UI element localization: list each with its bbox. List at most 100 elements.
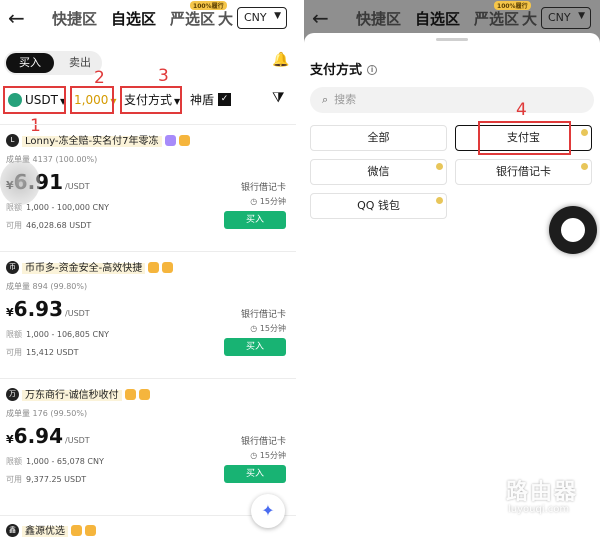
currency-select[interactable]: CNY ▼ — [237, 7, 287, 29]
tab-strict[interactable]: 严选区 — [474, 10, 519, 28]
tab-selected-zone[interactable]: 自选区 — [415, 8, 460, 29]
merchant-name-row[interactable]: 鑫鑫源优选 — [6, 523, 96, 540]
router-logo-icon — [458, 476, 496, 514]
merchant-name-row[interactable]: 币币币多-资金安全-高效快捷 — [6, 260, 174, 277]
filter-funnel-icon[interactable]: ⧩ — [272, 90, 285, 106]
tab-strict-wrap: 100%履行 严选区 — [170, 1, 227, 29]
callout-number-3: 3 — [158, 66, 169, 86]
divider — [0, 378, 296, 379]
callout-number-1: 1 — [30, 116, 41, 136]
search-input[interactable]: ⌕ 搜索 — [310, 87, 594, 113]
watermark-logo: 路由器 luyouqi.com — [458, 474, 598, 524]
floating-assistive-touch-icon[interactable] — [549, 206, 597, 254]
tab-quick[interactable]: 快捷区 — [356, 8, 401, 29]
callout-box-3 — [120, 86, 182, 114]
merchant-name: 鑫源优选 — [22, 526, 68, 537]
shield-badge-icon — [138, 388, 150, 400]
tab-selected-zone[interactable]: 自选区 — [111, 8, 156, 29]
divider — [0, 124, 296, 125]
tab-strict[interactable]: 严选区 — [170, 10, 215, 28]
shield-badge-icon — [162, 261, 174, 273]
buy-button[interactable]: 买入 — [224, 465, 286, 483]
tab-quick[interactable]: 快捷区 — [52, 8, 97, 29]
back-arrow-icon[interactable]: ← — [312, 6, 329, 30]
verified-badge-icon — [124, 388, 136, 400]
price-symbol: ¥ — [6, 306, 14, 319]
tab-big[interactable]: 大 — [218, 8, 233, 29]
limit-label: 限额 — [6, 330, 22, 339]
option-qq-wallet[interactable]: QQ 钱包 — [310, 193, 447, 219]
limit-value: 1,000 - 100,000 CNY — [26, 203, 109, 212]
payment-method: 银行借记卡 — [240, 310, 286, 320]
merchant-avatar: 鑫 — [6, 523, 19, 537]
notification-bell-icon[interactable]: 🔔 — [272, 52, 289, 68]
zone-tabs: 快捷区 自选区 100%履行 严选区 — [52, 1, 227, 29]
clock-icon: ◷ — [250, 451, 260, 460]
option-all[interactable]: 全部 — [310, 125, 447, 151]
limit: 限额 1,000 - 65,078 CNY — [6, 456, 104, 467]
buy-button[interactable]: 买入 — [224, 211, 286, 229]
merchant-name: Lonny-冻全赔-实名付7年零冻 — [22, 136, 162, 147]
buy-sell-toggle: 买入 卖出 — [4, 51, 102, 75]
verified-badge-icon — [148, 261, 160, 273]
merchant-avatar: L — [6, 133, 19, 147]
tab-strict-wrap: 100%履行 严选区 — [474, 1, 531, 29]
drag-handle[interactable] — [436, 38, 468, 41]
currency-label: CNY — [548, 11, 571, 24]
callout-box-1 — [3, 86, 66, 114]
available-label: 可用 — [6, 348, 22, 357]
available-value: 15,412 USDT — [26, 348, 79, 357]
option-wechat[interactable]: 微信 — [310, 159, 447, 185]
payment-method-sheet-screen: ← 快捷区 自选区 100%履行 严选区 大 CNY ▼ 支付方式 i ⌕ 搜索 全… — [304, 0, 600, 543]
limit-value: 1,000 - 65,078 CNY — [26, 457, 104, 466]
time-label: 15分钟 — [259, 324, 286, 333]
tab-big[interactable]: 大 — [522, 8, 537, 29]
merchant-name: 币币多-资金安全-高效快捷 — [22, 263, 146, 274]
price-unit: /USDT — [65, 436, 90, 445]
price-unit: /USDT — [65, 182, 90, 191]
checkbox-checked-icon[interactable]: ✓ — [218, 93, 232, 106]
verified-badge-icon — [71, 524, 82, 536]
sparkle-assistant-icon[interactable]: ✦ — [251, 494, 285, 528]
payment-time: ◷ 15分钟 — [250, 450, 286, 461]
limit: 限额 1,000 - 106,805 CNY — [6, 329, 109, 340]
offer-card: 鑫鑫源优选 — [0, 523, 296, 543]
order-stats: 成单量 894 (99.80%) — [6, 282, 88, 291]
merchant-name-row[interactable]: L Lonny-冻全赔-实名付7年零冻 — [6, 133, 190, 150]
shield-badge-icon — [85, 524, 96, 536]
buy-toggle[interactable]: 买入 — [6, 53, 54, 73]
badge-dot-icon — [436, 197, 443, 204]
search-placeholder: 搜索 — [334, 93, 357, 106]
merchant-avatar: 万 — [6, 387, 19, 401]
buy-button[interactable]: 买入 — [224, 338, 286, 356]
price-unit: /USDT — [65, 309, 90, 318]
badge-dot-icon — [436, 163, 443, 170]
currency-select[interactable]: CNY ▼ — [541, 7, 591, 29]
back-arrow-icon[interactable]: ← — [8, 6, 25, 30]
available-label: 可用 — [6, 221, 22, 230]
divider — [0, 251, 296, 252]
callout-number-2: 2 — [94, 68, 105, 88]
payment-method: 银行借记卡 — [240, 183, 286, 193]
merchant-name-row[interactable]: 万万东商行-诚信秒收付 — [6, 387, 150, 404]
top-navigation: ← 快捷区 自选区 100%履行 严选区 大 CNY ▼ — [0, 0, 296, 38]
zone-tabs: 快捷区 自选区 100%履行 严选区 — [356, 1, 531, 29]
option-qq-label: QQ 钱包 — [357, 199, 400, 212]
option-bank-debit-card[interactable]: 银行借记卡 — [455, 159, 592, 185]
shield-badge-icon — [178, 134, 190, 146]
search-icon: ⌕ — [322, 93, 329, 106]
merchant-name: 万东商行-诚信秒收付 — [22, 390, 122, 401]
available-value: 9,377.25 USDT — [26, 475, 87, 484]
available-value: 46,028.68 USDT — [26, 221, 92, 230]
p2p-market-screen: ← 快捷区 自选区 100%履行 严选区 大 CNY ▼ 买入 卖出 🔔 USD… — [0, 0, 296, 543]
chevron-down-icon: ▼ — [274, 11, 281, 21]
info-icon[interactable]: i — [367, 64, 378, 75]
sheet-title-text: 支付方式 — [310, 63, 363, 78]
limit-label: 限额 — [6, 457, 22, 466]
callout-box-4 — [478, 121, 571, 155]
available: 可用 46,028.68 USDT — [6, 220, 91, 231]
shield-filter[interactable]: 神盾 ✓ — [190, 88, 232, 112]
price: ¥6.94/USDT — [6, 424, 90, 448]
merchant-avatar: 币 — [6, 260, 19, 274]
price: ¥6.93/USDT — [6, 297, 90, 321]
